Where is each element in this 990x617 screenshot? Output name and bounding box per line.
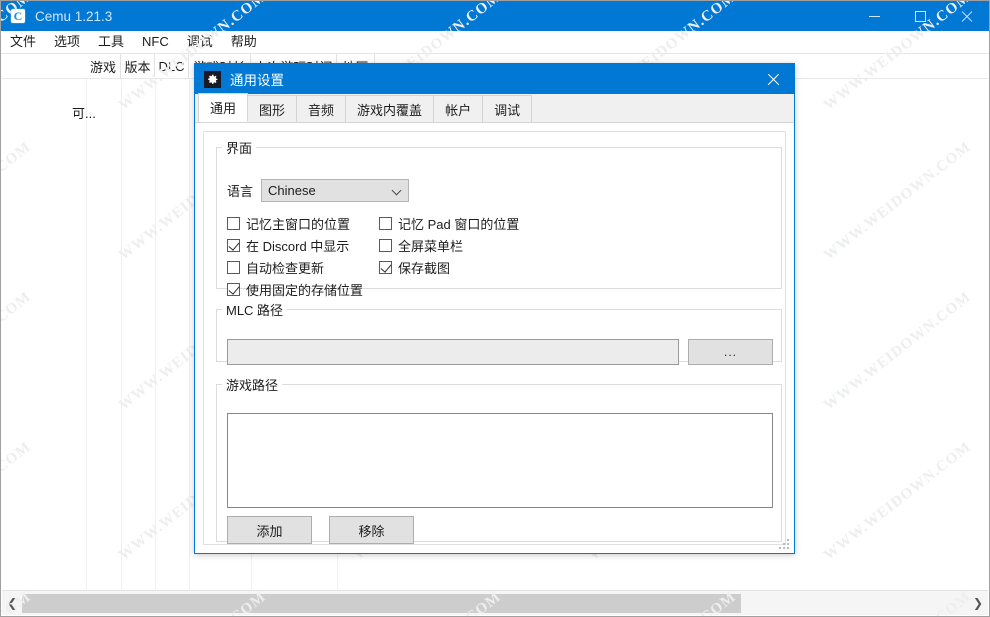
scrollbar-track[interactable] bbox=[22, 591, 968, 616]
language-row: 语言 Chinese bbox=[227, 179, 410, 202]
language-label: 语言 bbox=[227, 184, 254, 199]
column-header-0[interactable]: 游戏 bbox=[86, 54, 121, 79]
gear-icon bbox=[204, 70, 221, 88]
add-path-button[interactable]: 添加 bbox=[227, 516, 312, 544]
general-settings-dialog: 通用设置 通用图形音频游戏内覆盖帐户调试 界面 语言 Chinese bbox=[194, 63, 795, 554]
checkbox-5[interactable] bbox=[379, 261, 392, 274]
mlc-path-input[interactable] bbox=[227, 339, 679, 365]
close-icon bbox=[767, 73, 780, 86]
tab-1[interactable]: 图形 bbox=[247, 95, 298, 122]
column-divider-3 bbox=[189, 79, 190, 591]
menu-item-0[interactable]: 文件 bbox=[1, 31, 45, 53]
checkbox-2[interactable] bbox=[227, 239, 240, 252]
close-button[interactable] bbox=[943, 1, 989, 31]
checkbox-label-3: 全屏菜单栏 bbox=[398, 239, 464, 254]
menu-bar: 文件 选项 工具 NFC 调试 帮助 bbox=[1, 31, 989, 54]
menu-item-2[interactable]: 工具 bbox=[89, 31, 133, 53]
checkbox-label-6: 使用固定的存储位置 bbox=[246, 283, 364, 298]
checkbox-0[interactable] bbox=[227, 217, 240, 230]
mlc-browse-button[interactable]: ... bbox=[688, 339, 773, 365]
maximize-icon bbox=[914, 10, 926, 22]
checkbox-row-1[interactable]: 记忆 Pad 窗口的位置 bbox=[379, 214, 519, 233]
chevron-left-icon[interactable]: ❮ bbox=[2, 591, 22, 616]
column-divider-1 bbox=[121, 79, 122, 591]
menu-item-3[interactable]: NFC bbox=[133, 31, 178, 53]
close-icon bbox=[960, 10, 973, 23]
checkbox-3[interactable] bbox=[379, 239, 392, 252]
main-titlebar: C Cemu 1.21.3 bbox=[1, 1, 989, 31]
tab-panel-general: 界面 语言 Chinese 记忆主窗口的位置 记忆 Pad 窗口的位置在 Disc… bbox=[203, 131, 786, 545]
checkbox-label-5: 保存截图 bbox=[398, 261, 451, 276]
table-row[interactable]: 可... bbox=[72, 103, 96, 122]
interface-group-legend: 界面 bbox=[226, 141, 253, 156]
game-paths-buttons: 添加 移除 bbox=[227, 516, 414, 544]
chevron-right-icon[interactable]: ❯ bbox=[968, 591, 988, 616]
minimize-icon bbox=[868, 15, 880, 17]
checkbox-row-6[interactable]: 使用固定的存储位置 bbox=[227, 280, 363, 299]
column-divider-2 bbox=[155, 79, 156, 591]
tab-3[interactable]: 游戏内覆盖 bbox=[345, 95, 435, 122]
checkbox-6[interactable] bbox=[227, 283, 240, 296]
game-paths-group: 游戏路径 添加 移除 bbox=[216, 375, 782, 544]
checkbox-row-3[interactable]: 全屏菜单栏 bbox=[379, 236, 463, 255]
mlc-path-group: MLC 路径 ... bbox=[216, 300, 782, 365]
dialog-body: 界面 语言 Chinese 记忆主窗口的位置 记忆 Pad 窗口的位置在 Disc… bbox=[195, 123, 794, 553]
cemu-logo-icon: C bbox=[10, 8, 26, 24]
column-divider-0 bbox=[86, 79, 87, 591]
tab-5[interactable]: 调试 bbox=[482, 95, 533, 122]
horizontal-scrollbar[interactable]: ❮ ❯ bbox=[2, 590, 988, 615]
game-paths-listbox[interactable] bbox=[227, 413, 773, 508]
tab-0[interactable]: 通用 bbox=[198, 93, 249, 122]
language-select-value: Chinese bbox=[268, 183, 316, 198]
checkbox-row-5[interactable]: 保存截图 bbox=[379, 258, 450, 277]
checkbox-4[interactable] bbox=[227, 261, 240, 274]
checkbox-row-2[interactable]: 在 Discord 中显示 bbox=[227, 236, 349, 255]
mlc-path-group-legend: MLC 路径 bbox=[226, 303, 284, 318]
language-select[interactable]: Chinese bbox=[261, 179, 410, 202]
chevron-down-icon bbox=[391, 185, 402, 196]
dialog-title: 通用设置 bbox=[230, 73, 284, 88]
window-controls bbox=[851, 1, 989, 31]
game-paths-group-legend: 游戏路径 bbox=[226, 378, 279, 393]
checkbox-1[interactable] bbox=[379, 217, 392, 230]
settings-tabs: 通用 图形 音频 游戏内覆盖 帐户 调试 bbox=[195, 93, 794, 123]
maximize-button[interactable] bbox=[897, 1, 943, 31]
dialog-close-button[interactable] bbox=[752, 64, 794, 94]
window-title: Cemu 1.21.3 bbox=[35, 8, 113, 24]
interface-group: 界面 语言 Chinese 记忆主窗口的位置 记忆 Pad 窗口的位置在 Disc… bbox=[216, 138, 782, 298]
column-header-1[interactable]: 版本 bbox=[121, 54, 155, 79]
dialog-resize-grip[interactable] bbox=[779, 539, 791, 551]
menu-item-1[interactable]: 选项 bbox=[45, 31, 89, 53]
checkbox-label-1: 记忆 Pad 窗口的位置 bbox=[398, 217, 520, 232]
checkbox-label-0: 记忆主窗口的位置 bbox=[246, 217, 351, 232]
menu-item-5[interactable]: 帮助 bbox=[222, 31, 266, 53]
checkbox-row-0[interactable]: 记忆主窗口的位置 bbox=[227, 214, 350, 233]
menu-item-4[interactable]: 调试 bbox=[178, 31, 222, 53]
checkbox-label-4: 自动检查更新 bbox=[246, 261, 325, 276]
checkbox-label-2: 在 Discord 中显示 bbox=[246, 239, 350, 254]
tab-4[interactable]: 帐户 bbox=[433, 95, 484, 122]
application-window: WWW.WEIDOWN.COM WWW.WEIDOWN.COM WWW.WEIDOW… bbox=[0, 0, 990, 617]
column-header-2[interactable]: DLC bbox=[155, 54, 189, 79]
minimize-button[interactable] bbox=[851, 1, 897, 31]
scrollbar-thumb[interactable] bbox=[22, 593, 741, 613]
remove-path-button[interactable]: 移除 bbox=[329, 516, 414, 544]
tab-2[interactable]: 音频 bbox=[296, 95, 347, 122]
checkbox-row-4[interactable]: 自动检查更新 bbox=[227, 258, 324, 277]
dialog-titlebar: 通用设置 bbox=[195, 64, 794, 94]
